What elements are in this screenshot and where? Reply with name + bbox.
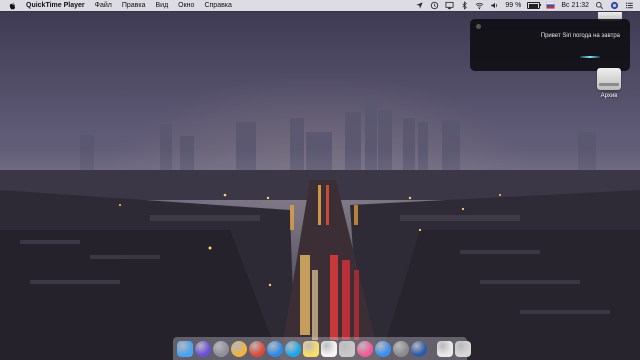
preview-icon[interactable]	[339, 340, 355, 357]
drive-label: Архив	[600, 93, 618, 99]
apple-menu-icon[interactable]	[8, 1, 16, 10]
chrome-icon[interactable]	[249, 340, 265, 357]
battery-icon[interactable]	[527, 2, 542, 9]
textedit-icon[interactable]	[321, 340, 337, 357]
menu-edit[interactable]: Правка	[122, 2, 146, 9]
document-icon[interactable]	[437, 340, 453, 357]
notification-center-icon[interactable]	[625, 1, 634, 10]
notes-icon[interactable]	[303, 340, 319, 357]
menu-bar: QuickTime Player Файл Правка Вид Окно Сп…	[0, 0, 640, 11]
skype-icon[interactable]	[285, 340, 301, 357]
app-name-menu[interactable]: QuickTime Player	[26, 2, 85, 9]
battery-percent[interactable]: 99 %	[505, 2, 521, 9]
menu-window[interactable]: Окно	[178, 2, 194, 9]
siri-menu-icon[interactable]	[610, 1, 619, 10]
trash-icon[interactable]	[455, 340, 471, 357]
hard-drive-icon	[597, 68, 621, 90]
itunes-icon[interactable]	[357, 340, 373, 357]
time-machine-icon[interactable]	[430, 1, 439, 10]
menu-file[interactable]: Файл	[95, 2, 112, 9]
photos-icon[interactable]	[231, 340, 247, 357]
system-preferences-icon[interactable]	[393, 340, 409, 357]
desktop-drive-archive[interactable]: Архив	[592, 68, 626, 99]
siri-query-text: Привет Siri погода на завтра	[540, 33, 620, 39]
app-store-icon[interactable]	[375, 340, 391, 357]
siri-notification[interactable]: Привет Siri погода на завтра	[470, 19, 630, 71]
safari-icon[interactable]	[267, 340, 283, 357]
spotlight-search-icon[interactable]	[595, 1, 604, 10]
quicktime-icon[interactable]	[411, 340, 427, 357]
bluetooth-icon[interactable]	[460, 1, 469, 10]
siri-icon[interactable]	[195, 340, 211, 357]
airplay-icon[interactable]	[445, 1, 454, 10]
siri-close-dot[interactable]	[476, 24, 481, 29]
clock[interactable]: Вс 21:32	[561, 2, 589, 9]
location-icon[interactable]	[415, 1, 424, 10]
launchpad-icon[interactable]	[213, 340, 229, 357]
dock	[173, 337, 471, 360]
menu-view[interactable]: Вид	[156, 2, 169, 9]
wifi-icon[interactable]	[475, 1, 484, 10]
volume-icon[interactable]	[490, 1, 499, 10]
menu-help[interactable]: Справка	[204, 2, 231, 9]
finder-icon[interactable]	[177, 340, 193, 357]
input-source-flag-icon[interactable]	[546, 1, 556, 10]
siri-waveform	[580, 56, 600, 58]
